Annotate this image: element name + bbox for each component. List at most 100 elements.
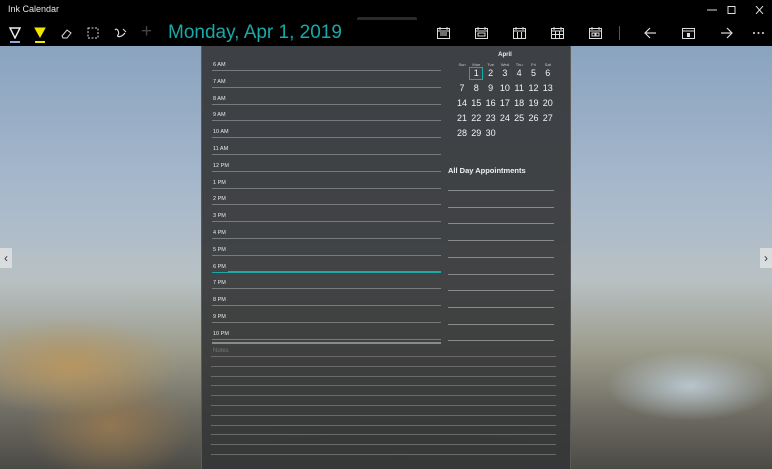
hour-slot[interactable]: 3 PM — [212, 205, 441, 223]
calendar-day[interactable]: 23 — [484, 112, 498, 125]
hour-slot[interactable]: 9 AM — [212, 104, 441, 122]
today-button[interactable] — [677, 22, 699, 44]
hour-slot[interactable]: 7 AM — [212, 71, 441, 88]
calendar-day[interactable]: 21 — [455, 112, 469, 125]
ballpoint-pen-button[interactable] — [4, 22, 26, 44]
eraser-button[interactable] — [55, 22, 77, 44]
calendar-day[interactable]: 1 — [469, 67, 484, 80]
next-day-button[interactable] — [715, 22, 737, 44]
hour-slot[interactable]: 6 PM — [212, 256, 441, 273]
hour-slot[interactable]: 5 PM — [212, 239, 441, 256]
calendar-day[interactable]: 5 — [527, 67, 541, 80]
calendar-week-view-icon — [474, 27, 488, 39]
calendar-day[interactable]: 11 — [512, 82, 526, 95]
hour-slot[interactable]: 11 AM — [212, 138, 441, 155]
hour-slot[interactable]: 2 PM — [212, 188, 441, 206]
day-view-button[interactable] — [432, 22, 454, 44]
all-day-line — [448, 223, 554, 225]
all-day-line — [448, 206, 554, 208]
calendar-day[interactable]: 28 — [455, 127, 469, 140]
calendar-day[interactable]: 19 — [527, 97, 541, 110]
hour-slot[interactable]: 10 PM — [212, 323, 441, 340]
hour-label: 7 PM — [213, 280, 226, 287]
calendar-day[interactable]: 13 — [541, 82, 555, 95]
hour-label: 10 AM — [213, 129, 229, 136]
calendar-day[interactable]: 9 — [484, 82, 498, 95]
calendar-day[interactable]: 24 — [498, 112, 512, 125]
calendar-day[interactable]: 3 — [498, 67, 512, 80]
hour-slot[interactable]: 9 PM — [212, 306, 441, 323]
hour-label: 2 PM — [213, 196, 226, 203]
calendar-day[interactable]: 22 — [469, 112, 483, 125]
hour-slot[interactable]: 4 PM — [212, 222, 441, 239]
hour-label: 4 PM — [213, 230, 226, 236]
add-event-button[interactable]: + — [141, 21, 152, 43]
calendar-day[interactable]: 20 — [541, 97, 555, 110]
calendar-day[interactable]: 6 — [541, 67, 555, 80]
calendar-day[interactable]: 12 — [527, 82, 541, 95]
hour-slot[interactable]: 7 PM — [212, 272, 441, 290]
calendar-day[interactable]: 17 — [498, 97, 512, 110]
today-icon — [681, 28, 695, 39]
agenda-view-button[interactable] — [584, 22, 606, 44]
app-title: Ink Calendar — [8, 4, 60, 14]
month-view-button[interactable] — [546, 22, 568, 44]
week-view-button[interactable] — [470, 22, 492, 44]
calendar-day[interactable]: 7 — [455, 82, 469, 95]
hour-slot[interactable]: 8 AM — [212, 88, 441, 105]
calendar-day[interactable]: 10 — [498, 82, 512, 95]
notes-line — [211, 424, 556, 426]
all-day-line — [448, 323, 554, 325]
more-icon — [752, 32, 764, 34]
more-button[interactable] — [747, 22, 769, 44]
forward-arrow-icon — [720, 27, 733, 39]
calendar-day[interactable]: 18 — [512, 97, 526, 110]
date-title: Monday, Apr 1, 2019 — [168, 22, 342, 43]
hour-label: 1 PM — [213, 179, 226, 186]
calendar-day[interactable]: 25 — [512, 112, 526, 125]
close-button[interactable] — [740, 0, 772, 20]
hour-slot[interactable]: 1 PM — [212, 172, 441, 189]
calendar-day[interactable]: 15 — [469, 97, 483, 110]
calendar-day[interactable]: 27 — [541, 112, 555, 125]
hour-slot[interactable]: 6 AM — [212, 54, 441, 71]
selection-button[interactable] — [82, 22, 104, 44]
notes-line — [211, 385, 556, 387]
all-day-appointments-title: All Day Appointments — [448, 166, 526, 175]
hour-label: 11 AM — [213, 146, 229, 152]
hour-label: 3 PM — [213, 213, 226, 220]
notes-line — [211, 356, 556, 357]
hour-label: 5 PM — [213, 246, 226, 253]
calendar-day[interactable]: 8 — [469, 82, 483, 95]
toolbar: + Monday, Apr 1, 2019 — [0, 20, 772, 46]
maximize-icon — [727, 6, 736, 14]
calendar-day[interactable]: 16 — [484, 97, 498, 110]
notes-label: Notes — [213, 348, 229, 354]
back-arrow-icon — [643, 27, 656, 39]
hour-label: 8 PM — [213, 297, 226, 304]
calendar-day[interactable]: 14 — [455, 97, 469, 110]
calendar-day[interactable]: 30 — [484, 127, 498, 140]
hour-slot[interactable]: 8 PM — [212, 289, 441, 307]
touch-writing-button[interactable] — [109, 22, 131, 44]
notes-line — [211, 454, 556, 455]
touch-writing-icon — [114, 28, 127, 38]
notes-line — [211, 414, 556, 416]
highlighter-button[interactable] — [29, 22, 51, 44]
hour-slot[interactable]: 10 AM — [212, 121, 441, 139]
hour-label: 8 AM — [213, 95, 226, 102]
notes-line — [211, 375, 556, 377]
hour-slot[interactable]: 12 PM — [212, 155, 441, 172]
next-page-arrow-icon[interactable]: › — [760, 248, 772, 268]
calendar-day[interactable]: 29 — [469, 127, 483, 140]
workweek-view-button[interactable] — [508, 22, 530, 44]
calendar-day[interactable]: 26 — [527, 112, 541, 125]
calendar-day[interactable]: 2 — [484, 67, 498, 80]
previous-day-button[interactable] — [639, 22, 661, 44]
calendar-day[interactable]: 4 — [512, 67, 526, 80]
weekday-header: Sun — [458, 62, 466, 67]
previous-page-arrow-icon[interactable]: ‹ — [0, 248, 12, 268]
calendar-agenda-view-icon — [588, 27, 602, 39]
all-day-line — [448, 256, 554, 258]
all-day-line — [448, 306, 554, 308]
